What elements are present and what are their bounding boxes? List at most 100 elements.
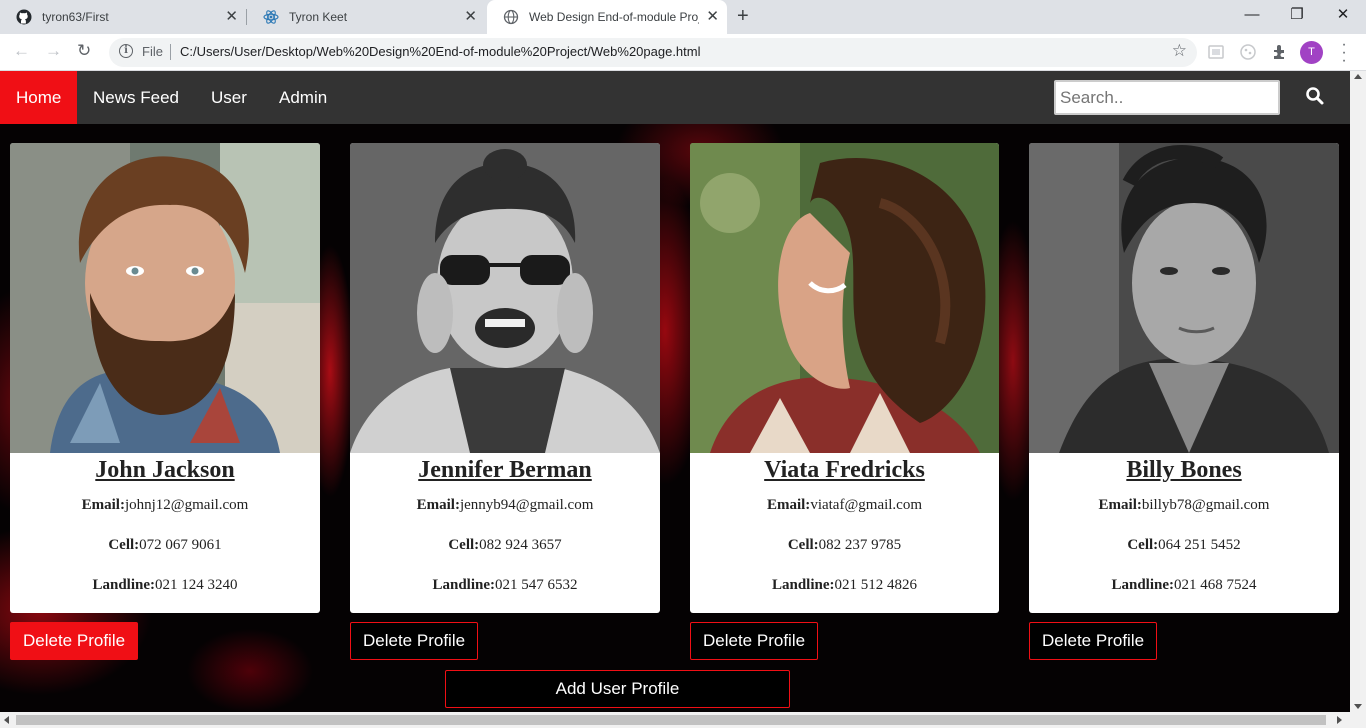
reload-icon[interactable]: ↻ — [77, 41, 91, 61]
github-icon — [16, 9, 32, 25]
close-icon[interactable]: ✕ — [225, 9, 238, 25]
profile-email: Email:johnj12@gmail.com — [10, 496, 320, 515]
scroll-left-icon[interactable] — [4, 716, 9, 724]
email-label: Email: — [1098, 497, 1142, 513]
landline-label: Landline: — [92, 577, 156, 593]
landline-value: 021 124 3240 — [155, 577, 238, 593]
bookmark-star-icon[interactable]: ☆ — [1172, 41, 1187, 61]
profile-landline: Landline:021 512 4826 — [690, 576, 999, 595]
email-value: viataf@gmail.com — [810, 497, 923, 513]
page-viewport: Home News Feed User Admin Search.. John … — [0, 71, 1350, 712]
profile-photo — [350, 143, 660, 453]
browser-tab-strip: tyron63/First ✕ Tyron Keet ✕ Web Design … — [0, 0, 1366, 34]
profile-cell: Cell:072 067 9061 — [10, 536, 320, 555]
landline-value: 021 468 7524 — [1174, 577, 1257, 593]
site-top-nav: Home News Feed User Admin — [0, 71, 1350, 124]
profile-landline: Landline:021 468 7524 — [1029, 576, 1339, 595]
cell-label: Cell: — [448, 537, 480, 553]
scroll-right-icon[interactable] — [1337, 716, 1342, 724]
profile-landline: Landline:021 124 3240 — [10, 576, 320, 595]
profile-name: Billy Bones — [1126, 457, 1242, 483]
profile-card: Viata Fredricks Email:viataf@gmail.com C… — [690, 143, 999, 613]
browser-toolbar: ← → ↻ i File C:/Users/User/Desktop/Web%2… — [0, 34, 1366, 71]
cell-label: Cell: — [787, 537, 819, 553]
email-value: billyb78@gmail.com — [1141, 497, 1270, 513]
profile-card: John Jackson Email:johnj12@gmail.com Cel… — [10, 143, 320, 613]
back-arrow-icon[interactable]: ← — [13, 41, 30, 61]
vertical-scrollbar[interactable] — [1350, 71, 1366, 712]
info-icon[interactable]: i — [119, 44, 133, 58]
extension-screenshot-icon[interactable] — [1207, 43, 1225, 61]
profile-card: Jennifer Berman Email:jennyb94@gmail.com… — [350, 143, 660, 613]
cell-value: 082 924 3657 — [479, 537, 562, 553]
profile-cell: Cell:064 251 5452 — [1029, 536, 1339, 555]
restore-icon[interactable]: ❐ — [1274, 6, 1320, 24]
profile-landline: Landline:021 547 6532 — [350, 576, 660, 595]
url-text[interactable]: C:/Users/User/Desktop/Web%20Design%20End… — [180, 44, 701, 59]
nav-user[interactable]: User — [195, 71, 263, 124]
react-icon — [263, 10, 279, 24]
profile-email: Email:viataf@gmail.com — [690, 496, 999, 515]
email-label: Email: — [416, 497, 460, 513]
email-value: jennyb94@gmail.com — [459, 497, 594, 513]
profile-photo — [10, 143, 320, 453]
horizontal-scrollbar[interactable] — [0, 712, 1366, 728]
cell-value: 064 251 5452 — [1158, 537, 1241, 553]
tab-title: tyron63/First — [42, 10, 109, 24]
scroll-up-icon[interactable] — [1354, 74, 1362, 79]
scheme-label: File — [142, 44, 163, 59]
profile-name: John Jackson — [95, 457, 235, 483]
address-divider — [170, 44, 171, 60]
profile-avatar[interactable]: T — [1300, 41, 1323, 64]
minimize-icon[interactable]: — — [1229, 6, 1275, 24]
address-bar[interactable]: i File C:/Users/User/Desktop/Web%20Desig… — [109, 38, 1197, 67]
delete-profile-button[interactable]: Delete Profile — [350, 622, 479, 660]
cell-value: 082 237 9785 — [818, 537, 902, 553]
window-close-icon[interactable]: ✕ — [1320, 6, 1366, 24]
tab-title: Tyron Keet — [289, 10, 348, 24]
search-icon — [1306, 87, 1324, 105]
delete-profile-button[interactable]: Delete Profile — [10, 622, 139, 660]
cell-label: Cell: — [108, 537, 140, 553]
add-user-profile-button[interactable]: Add User Profile — [445, 670, 790, 708]
profile-photo — [690, 143, 999, 453]
landline-label: Landline: — [432, 577, 496, 593]
landline-value: 021 547 6532 — [495, 577, 578, 593]
nav-admin[interactable]: Admin — [263, 71, 343, 124]
extensions-puzzle-icon[interactable] — [1271, 43, 1289, 61]
landline-label: Landline: — [1111, 577, 1175, 593]
profile-email: Email:billyb78@gmail.com — [1029, 496, 1339, 515]
forward-arrow-icon[interactable]: → — [45, 41, 62, 61]
cell-value: 072 067 9061 — [139, 537, 222, 553]
scroll-down-icon[interactable] — [1354, 704, 1362, 709]
scrollbar-thumb[interactable] — [16, 715, 1326, 725]
browser-tab-tyron-keet[interactable]: Tyron Keet ✕ — [247, 0, 485, 34]
email-value: johnj12@gmail.com — [124, 497, 249, 513]
close-icon[interactable]: ✕ — [464, 9, 477, 25]
nav-news-feed[interactable]: News Feed — [77, 71, 195, 124]
profile-photo — [1029, 143, 1339, 453]
new-tab-icon[interactable]: + — [737, 5, 749, 27]
landline-label: Landline: — [771, 577, 835, 593]
landline-value: 021 512 4826 — [834, 577, 918, 593]
browser-tab-github[interactable]: tyron63/First ✕ — [0, 0, 246, 34]
delete-profile-button[interactable]: Delete Profile — [1029, 622, 1158, 660]
browser-tab-web-design[interactable]: Web Design End-of-module Proj ✕ — [487, 0, 727, 34]
tab-title: Web Design End-of-module Proj — [529, 10, 699, 24]
extension-cookie-icon[interactable] — [1239, 43, 1257, 61]
search-input[interactable] — [1054, 80, 1280, 115]
profile-name: Viata Fredricks — [764, 457, 925, 483]
email-label: Email: — [766, 497, 811, 513]
nav-home[interactable]: Home — [0, 71, 77, 124]
profile-email: Email:jennyb94@gmail.com — [350, 496, 660, 515]
cell-label: Cell: — [1127, 537, 1159, 553]
globe-icon — [503, 9, 519, 25]
more-menu-icon[interactable]: · · · — [1339, 37, 1349, 69]
profile-cell: Cell:082 924 3657 — [350, 536, 660, 555]
search-button[interactable] — [1296, 81, 1334, 114]
profile-name: Jennifer Berman — [418, 457, 592, 483]
delete-profile-button[interactable]: Delete Profile — [690, 622, 819, 660]
close-icon[interactable]: ✕ — [706, 9, 719, 25]
profile-cell: Cell:082 237 9785 — [690, 536, 999, 555]
email-label: Email: — [81, 497, 125, 513]
